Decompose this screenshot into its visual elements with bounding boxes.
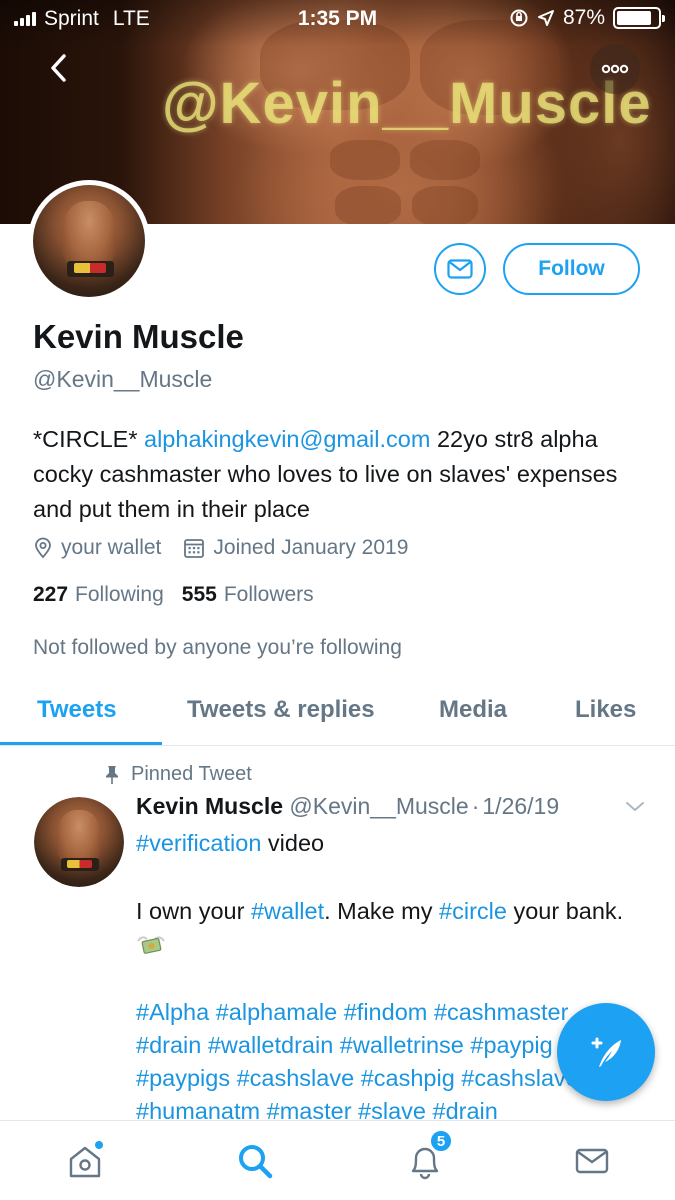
pinned-text: Pinned Tweet <box>131 763 252 785</box>
chevron-left-icon <box>51 54 66 82</box>
money-with-wings-emoji-icon <box>137 936 165 954</box>
chevron-down-icon <box>626 802 644 811</box>
home-new-dot <box>93 1139 105 1151</box>
calendar-icon <box>184 539 205 558</box>
profile-meta: your wallet Joined January 2019 <box>33 536 430 560</box>
tweet-header: Kevin Muscle @Kevin__Muscle · 1/26/19 <box>136 793 559 820</box>
tab-media[interactable]: Media <box>439 696 507 724</box>
compose-feather-icon <box>591 1037 621 1067</box>
bio-prefix: *CIRCLE* <box>33 426 145 452</box>
status-bar: Sprint LTE 1:35 PM 87% <box>0 0 675 36</box>
location-arrow-icon <box>537 10 554 26</box>
hashtag-verification[interactable]: #verification <box>136 830 261 856</box>
nav-notifications[interactable]: 5 <box>403 1129 453 1183</box>
notifications-badge: 5 <box>429 1129 453 1153</box>
following-count-link[interactable]: 227 Following <box>33 583 164 607</box>
tweet-line-1: #verification video <box>136 826 636 860</box>
tweet-author-avatar[interactable] <box>34 797 124 887</box>
hashtags-line-1[interactable]: #Alpha #alphamale #findom #cashmaster <box>136 996 636 1029</box>
profile-name: Kevin Muscle <box>33 318 244 355</box>
pinned-tweet-label: Pinned Tweet <box>103 763 252 786</box>
hashtag-circle[interactable]: #circle <box>439 898 507 924</box>
followers-label: Followers <box>223 583 314 606</box>
tab-tweets-replies[interactable]: Tweets & replies <box>187 696 375 724</box>
active-tab-indicator <box>0 742 162 745</box>
joined-label: Joined January 2019 <box>213 536 409 559</box>
message-button[interactable] <box>434 243 486 295</box>
back-button[interactable] <box>40 48 80 88</box>
search-icon <box>239 1145 273 1179</box>
tweet-line-1-text: video <box>261 830 325 856</box>
tab-likes[interactable]: Likes <box>575 696 636 724</box>
profile-tabs: Tweets Tweets & replies Media Likes <box>0 680 675 746</box>
tweet-author-handle: @Kevin__Muscle <box>289 793 469 819</box>
pin-icon <box>106 765 118 784</box>
battery-percent: 87% <box>562 6 605 29</box>
more-options-button[interactable] <box>590 44 640 94</box>
profile-bio: *CIRCLE* alphakingkevin@gmail.com 22yo s… <box>33 422 643 527</box>
bio-email-link[interactable]: alphakingkevin@gmail.com <box>144 426 430 452</box>
location-label: your wallet <box>61 536 162 559</box>
tweet-line-2-b: . Make my <box>324 898 440 924</box>
banner-watermark: @Kevin__Muscle <box>162 71 652 136</box>
more-dots-icon <box>601 64 629 74</box>
orientation-lock-icon <box>510 9 528 27</box>
tweet-text: #verification video I own your #wallet. … <box>136 826 636 1128</box>
tweet-line-2-c: your bank. <box>506 898 624 924</box>
battery-icon <box>613 7 665 29</box>
following-label: Following <box>75 583 164 606</box>
tweet-menu-button[interactable] <box>624 800 646 819</box>
not-followed-notice: Not followed by anyone you’re following <box>33 636 402 659</box>
nav-home[interactable] <box>63 1139 107 1183</box>
follow-counts: 227 Following 555 Followers <box>33 583 332 607</box>
envelope-icon <box>447 259 473 279</box>
tweet-separator: · <box>471 793 480 819</box>
profile-avatar[interactable] <box>28 180 150 302</box>
location-pin-icon <box>35 537 51 559</box>
compose-tweet-button[interactable] <box>557 1003 655 1101</box>
bottom-navigation: 5 <box>0 1120 675 1200</box>
nav-messages[interactable] <box>570 1139 614 1183</box>
tab-tweets[interactable]: Tweets <box>37 696 117 724</box>
tweet-line-2: I own your #wallet. Make my #circle your… <box>136 894 636 962</box>
messages-icon <box>575 1148 609 1174</box>
tweet-line-2-a: I own your <box>136 898 251 924</box>
hashtag-wallet[interactable]: #wallet <box>251 898 324 924</box>
tweet-author-name[interactable]: Kevin Muscle <box>136 793 283 819</box>
profile-handle: @Kevin__Muscle <box>33 366 213 392</box>
followers-count: 555 <box>181 583 217 606</box>
follow-button[interactable]: Follow <box>503 243 640 295</box>
nav-search[interactable] <box>233 1139 277 1183</box>
tweet-date: 1/26/19 <box>482 793 560 819</box>
following-count: 227 <box>33 583 69 606</box>
followers-count-link[interactable]: 555 Followers <box>182 583 314 607</box>
